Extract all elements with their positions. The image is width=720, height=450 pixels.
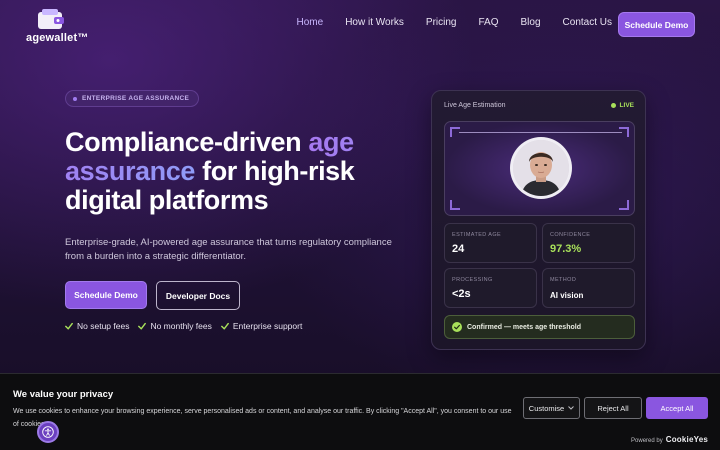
developer-docs-button[interactable]: Developer Docs [156,281,240,310]
check-item: No monthly fees [138,321,212,331]
stat-value: 24 [452,243,465,255]
customise-label: Customise [528,403,565,413]
accept-all-button[interactable]: Accept All [646,397,708,419]
powered-by-label: Powered by [631,438,663,444]
confirmation-text: Confirmed — meets age threshold [467,323,581,331]
nav-how-it-works[interactable]: How it Works [345,17,404,28]
nav-schedule-demo-button[interactable]: Schedule Demo [618,12,695,37]
hero-subtext: Enterprise-grade, AI-powered age assuran… [65,237,392,262]
stat-value: 97.3% [550,243,582,255]
stat-confidence: CONFIDENCE 97.3% [542,223,635,263]
chevron-down-icon [568,406,575,410]
stat-processing: PROCESSING <2s [444,268,537,308]
schedule-demo-button[interactable]: Schedule Demo [65,281,147,309]
live-dot-icon [610,103,616,108]
accessibility-icon [42,426,54,438]
frame-corner [450,127,460,137]
check-label: No monthly fees [150,321,212,331]
stat-estimated-age: ESTIMATED AGE 24 [444,223,537,263]
face-frame [510,137,572,199]
card-title: Live Age Estimation [444,102,506,109]
nav-blog[interactable]: Blog [521,17,541,28]
cookie-text: We use cookies to enhance your browsing … [13,408,512,428]
check-item: No setup fees [65,321,129,331]
logo[interactable]: agewallet™ [26,8,89,44]
face-photo [513,140,569,196]
nav-home[interactable]: Home [297,17,324,28]
brand-name: agewallet™ [26,32,89,44]
cookie-title: We value your privacy [13,389,114,400]
wallet-logo-icon [38,9,64,29]
nav-faq[interactable]: FAQ [479,17,499,28]
badge-label: ENTERPRISE AGE ASSURANCE [82,95,190,102]
hero-headline: Compliance-driven age assurance for high… [65,128,405,215]
stat-method: METHOD AI vision [542,268,635,308]
frame-corner [619,127,629,137]
stat-label: ESTIMATED AGE [452,232,502,238]
feature-checks: No setup fees No monthly fees Enterprise… [65,321,302,331]
frame-corner [619,200,629,210]
live-label: LIVE [619,102,634,109]
camera-preview [444,121,635,216]
stat-value: AI vision [550,291,584,300]
age-estimation-card: Live Age Estimation LIVE ESTIMATED AGE 2… [431,90,646,350]
powered-by-brand: CookieYes [665,435,708,444]
headline-part1: Compliance-driven [65,127,309,157]
powered-by[interactable]: Powered by CookieYes [631,435,708,444]
check-icon [138,322,147,330]
top-nav: agewallet™ Home How it Works Pricing FAQ… [0,0,720,48]
accessibility-button[interactable] [37,421,59,443]
nav-pricing[interactable]: Pricing [426,17,457,28]
check-label: Enterprise support [232,321,303,331]
customise-button[interactable]: Customise [523,397,580,419]
nav-links: Home How it Works Pricing FAQ Blog Conta… [297,17,612,28]
check-icon [65,322,73,330]
hero-badge: ENTERPRISE AGE ASSURANCE [65,90,200,107]
frame-corner [450,200,460,210]
scan-line [459,132,622,133]
stat-label: METHOD [550,277,577,283]
confirmation-banner: Confirmed — meets age threshold [444,315,635,339]
cookie-consent-banner: We value your privacy We use cookies to … [0,373,720,450]
live-indicator: LIVE [610,102,634,109]
badge-dot-icon [73,97,77,101]
confirm-check-icon [452,322,462,332]
stat-value: <2s [452,288,471,300]
stat-label: PROCESSING [452,277,493,283]
check-item: Enterprise support [220,321,303,331]
stat-label: CONFIDENCE [550,232,591,238]
check-icon [220,322,229,330]
reject-all-button[interactable]: Reject All [584,397,642,419]
nav-contact-us[interactable]: Contact Us [563,17,612,28]
check-label: No setup fees [77,321,130,331]
